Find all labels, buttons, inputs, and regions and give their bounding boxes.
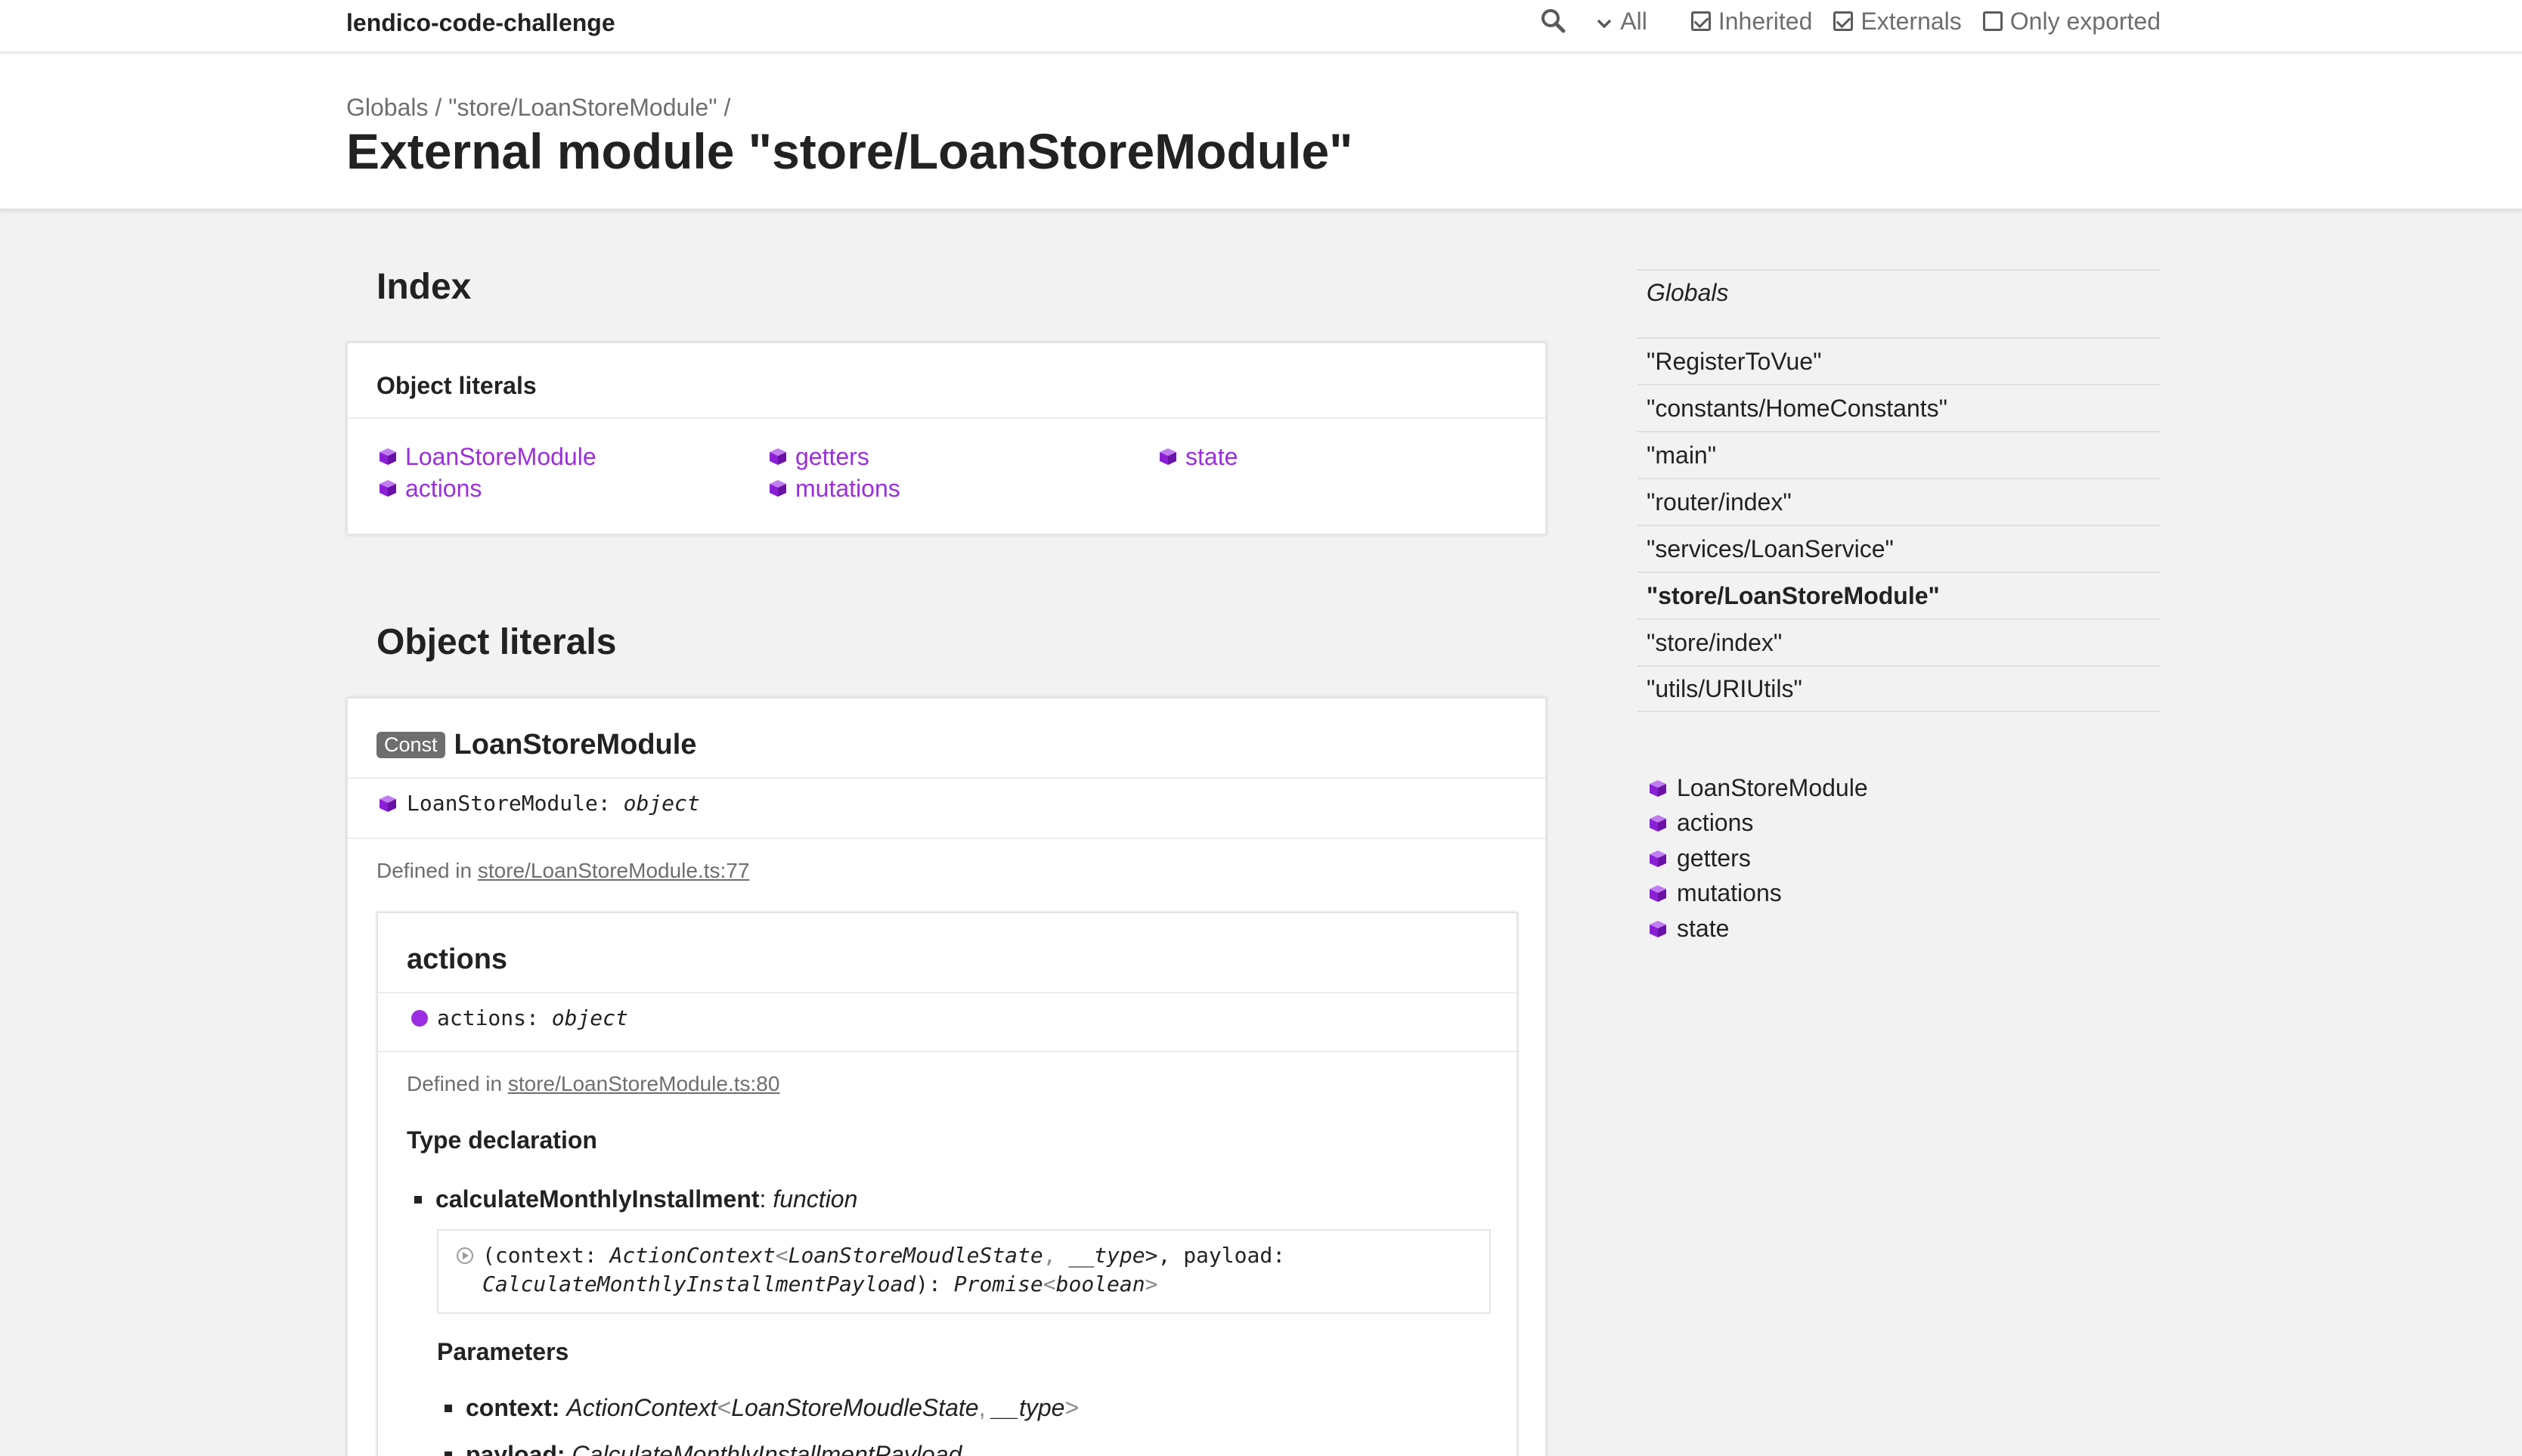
defined-in: Defined in store/LoanStoreModule.ts:77 (376, 859, 750, 882)
index-card: Object literals LoanStoreModule actions … (346, 342, 1547, 535)
option-externals[interactable]: Externals (1833, 7, 1962, 36)
object-literals-heading: Object literals (376, 622, 617, 662)
divider (348, 838, 1545, 839)
object-literal-icon (380, 448, 396, 465)
externals-checkbox[interactable] (1833, 11, 1854, 31)
signature-separator: : (597, 791, 611, 816)
toolbar-controls: All Inherited Externals Only exported (1538, 6, 2161, 36)
object-literal-icon (380, 795, 396, 812)
object-literal-icon (1650, 884, 1666, 902)
bullet (414, 1195, 422, 1204)
project-title[interactable]: lendico-code-challenge (346, 8, 615, 38)
bullet (445, 1451, 452, 1456)
divider (378, 1051, 1517, 1052)
object-literal-icon (1650, 850, 1666, 867)
breadcrumb-separator: / (428, 94, 449, 121)
signature-type: object (623, 791, 700, 816)
object-literal-icon (1650, 779, 1666, 797)
breadcrumb: Globals / "store/LoanStoreModule" / (346, 94, 730, 122)
object-literal-icon (1650, 814, 1666, 832)
call-signature-icon (455, 1246, 475, 1269)
chevron-down-icon (1596, 8, 1613, 36)
loanstoremodule-member-card: Const LoanStoreModule LoanStoreModule: o… (346, 697, 1547, 1456)
object-literal-icon (770, 448, 786, 465)
breadcrumb-separator: / (717, 94, 731, 121)
sidebar-item-store-loanstoremodule[interactable]: "store/LoanStoreModule" (1637, 572, 2161, 618)
member-title: Const LoanStoreModule (376, 729, 696, 761)
option-only-exported[interactable]: Only exported (1982, 7, 2161, 36)
inherited-checkbox[interactable] (1690, 11, 1711, 31)
divider (348, 417, 1545, 419)
object-literal-icon (380, 480, 396, 497)
sidebar-member-actions[interactable]: actions (1648, 809, 1753, 837)
page-header: Globals / "store/LoanStoreModule" / Exte… (0, 54, 2522, 210)
index-heading: Index (376, 267, 472, 307)
sidebar-item-globals[interactable]: Globals (1637, 269, 2161, 314)
divider (378, 992, 1517, 993)
sidebar-item-store-index[interactable]: "store/index" (1637, 618, 2161, 665)
type-declaration-heading: Type declaration (407, 1126, 597, 1154)
divider (348, 777, 1545, 779)
index-group-title: Object literals (376, 372, 537, 399)
breadcrumb-module[interactable]: "store/LoanStoreModule" (448, 94, 717, 122)
parameter-item: context: ActionContext<LoanStoreMoudleSt… (445, 1394, 1079, 1422)
sidebar-item-router-index[interactable]: "router/index" (1637, 478, 2161, 525)
defined-in: Defined in store/LoanStoreModule.ts:80 (407, 1072, 780, 1095)
object-literal-icon (770, 480, 786, 497)
actions-title: actions (407, 943, 508, 975)
externals-label: Externals (1861, 7, 1962, 35)
sidebar-item-main[interactable]: "main" (1637, 431, 2161, 478)
member-name: LoanStoreModule (454, 729, 697, 761)
sidebar-member-mutations[interactable]: mutations (1648, 879, 1782, 907)
visibility-filter-select[interactable]: All (1596, 8, 1647, 36)
signature-line-2: CalculateMonthlyInstallmentPayload): Pro… (482, 1272, 1158, 1296)
actions-member-card: actions actions: object Defined in store… (376, 912, 1518, 1456)
sidebar-item-services-loanservice[interactable]: "services/LoanService" (1637, 525, 2161, 572)
index-link-actions[interactable]: actions (378, 473, 482, 503)
object-literal-icon (1650, 920, 1666, 937)
function-signature-box: (context: ActionContext<LoanStoreMoudleS… (437, 1229, 1491, 1314)
signature-name: LoanStoreModule (407, 791, 598, 816)
bullet (445, 1404, 452, 1412)
sidebar-item-constants-homeconstants[interactable]: "constants/HomeConstants" (1637, 384, 2161, 431)
option-inherited[interactable]: Inherited (1690, 7, 1813, 36)
toolbar: lendico-code-challenge All Inherited Ext… (0, 0, 2522, 53)
type-declaration-item: calculateMonthlyInstallment: function (414, 1185, 857, 1213)
index-link-mutations[interactable]: mutations (768, 473, 900, 503)
source-link[interactable]: store/LoanStoreModule.ts:77 (478, 859, 750, 882)
sidebar-member-getters[interactable]: getters (1648, 844, 1751, 872)
search-icon[interactable] (1538, 6, 1569, 36)
index-link-state[interactable]: state (1158, 441, 1238, 472)
breadcrumb-globals[interactable]: Globals (346, 94, 429, 122)
const-badge: Const (376, 732, 445, 758)
sidebar-member-loanstoremodule[interactable]: LoanStoreModule (1648, 774, 1868, 802)
only-exported-label: Only exported (2009, 7, 2161, 35)
sidebar-item-registertovue[interactable]: "RegisterToVue" (1637, 337, 2161, 384)
signature-line-1: (context: ActionContext<LoanStoreMoudleS… (482, 1243, 1286, 1268)
parameters-heading: Parameters (437, 1338, 569, 1365)
member-signature: LoanStoreModule: object (378, 791, 700, 816)
property-icon (411, 1009, 428, 1027)
inherited-label: Inherited (1718, 7, 1813, 35)
only-exported-checkbox[interactable] (1982, 11, 2003, 31)
index-link-getters[interactable]: getters (768, 441, 869, 472)
sidebar-item-utils-uriutils[interactable]: "utils/URIUtils" (1637, 665, 2161, 712)
index-link-loanstoremodule[interactable]: LoanStoreModule (378, 441, 596, 472)
object-literal-icon (1160, 448, 1176, 465)
parameter-item: payload: CalculateMonthlyInstallmentPayl… (445, 1441, 962, 1456)
sidebar-member-state[interactable]: state (1648, 915, 1729, 943)
source-link[interactable]: store/LoanStoreModule.ts:80 (508, 1072, 780, 1095)
page-title: External module "store/LoanStoreModule" (346, 123, 1353, 179)
filter-select-value: All (1620, 7, 1647, 35)
actions-signature: actions: object (411, 1005, 628, 1030)
